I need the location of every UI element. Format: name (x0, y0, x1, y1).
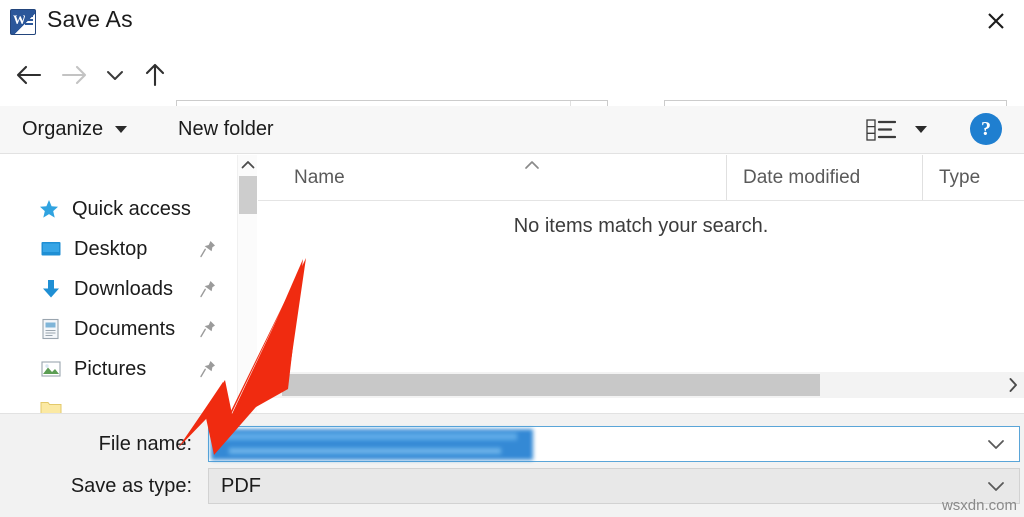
arrow-up-icon (145, 63, 165, 87)
forward-button[interactable] (55, 44, 95, 106)
sidebar-item-label: Documents (74, 317, 176, 340)
star-icon (38, 198, 60, 220)
column-header-name[interactable]: Name (278, 155, 726, 200)
column-headers: Name Date modified Type (258, 155, 1024, 201)
document-icon (40, 318, 62, 340)
save-as-type-label: Save as type: (70, 474, 192, 497)
page-title: Save As (47, 6, 133, 32)
empty-list-message: No items match your search. (513, 215, 769, 237)
command-bar: Organize New folder (0, 106, 1024, 154)
recent-locations-button[interactable] (100, 44, 130, 106)
column-header-type[interactable]: Type (922, 155, 1024, 200)
pin-icon[interactable] (200, 360, 216, 378)
save-as-type-value: PDF (221, 474, 261, 497)
sidebar-item-label: Quick access (72, 197, 191, 220)
organize-button[interactable]: Organize (22, 106, 128, 153)
file-name-redacted-value (211, 429, 533, 460)
title-bar: W Save As (0, 0, 1024, 44)
navigation-bar: « Documents › Blank Search Blank (0, 44, 1024, 137)
picture-icon (40, 358, 62, 380)
file-list-horizontal-scrollbar[interactable] (258, 372, 1024, 398)
sidebar-item-quick-access[interactable]: Quick access (0, 189, 236, 229)
scroll-right-button[interactable] (1002, 372, 1024, 398)
column-header-date-modified[interactable]: Date modified (726, 155, 922, 200)
new-folder-button[interactable]: New folder (178, 106, 274, 153)
up-button[interactable] (135, 44, 175, 106)
sidebar-item-downloads[interactable]: Downloads (0, 269, 236, 309)
folder-icon (40, 398, 62, 413)
file-name-dropdown-button[interactable] (983, 427, 1009, 461)
sidebar-item-pictures[interactable]: Pictures (0, 349, 236, 389)
column-label: Type (939, 166, 981, 188)
save-as-dialog: W Save As Organize New folder ? Quick ac… (0, 0, 1024, 517)
caret-up-icon (524, 155, 540, 169)
arrow-right-icon (61, 65, 87, 85)
help-label: ? (981, 117, 991, 140)
dialog-footer: File name: Save as type: PDF (0, 413, 1024, 517)
column-label: Date modified (743, 166, 861, 188)
navigation-pane: Quick access Desktop Downloads Documents… (0, 155, 236, 413)
scrollbar-thumb[interactable] (239, 176, 257, 214)
sidebar-item-partial[interactable] (0, 389, 236, 413)
navigation-pane-scrollbar[interactable] (237, 155, 257, 413)
close-icon (988, 13, 1004, 29)
chevron-right-icon (1009, 378, 1017, 392)
new-folder-label: New folder (178, 118, 274, 140)
close-button[interactable] (968, 0, 1024, 42)
organize-label: Organize (22, 118, 104, 140)
arrow-left-icon (16, 65, 42, 85)
file-name-label: File name: (98, 432, 192, 455)
pin-icon[interactable] (200, 320, 216, 338)
scroll-left-button[interactable] (258, 372, 280, 398)
view-layout-icon[interactable] (866, 118, 897, 142)
view-options-button[interactable] (908, 106, 934, 153)
scrollbar-thumb[interactable] (282, 374, 820, 396)
pin-icon[interactable] (200, 280, 216, 298)
chevron-down-icon (988, 482, 1004, 491)
sidebar-item-label: Pictures (74, 357, 147, 380)
watermark: wsxdn.com (941, 497, 1017, 514)
desktop-icon (40, 238, 62, 260)
sidebar-item-desktop[interactable]: Desktop (0, 229, 236, 269)
sidebar-item-documents[interactable]: Documents (0, 309, 236, 349)
file-name-input[interactable] (208, 426, 1020, 462)
word-icon: W (8, 7, 38, 37)
caret-down-icon (915, 126, 927, 133)
download-icon (40, 278, 62, 300)
help-button[interactable]: ? (970, 113, 1002, 145)
chevron-down-icon (107, 71, 123, 80)
save-as-type-select[interactable]: PDF (208, 468, 1020, 504)
chevron-left-icon (265, 378, 273, 392)
caret-up-icon (241, 160, 255, 168)
pin-icon[interactable] (200, 240, 216, 258)
column-label: Name (294, 166, 345, 188)
back-button[interactable] (8, 44, 48, 106)
chevron-down-icon (988, 440, 1004, 449)
scroll-up-button[interactable] (238, 155, 258, 174)
caret-down-icon (115, 126, 128, 133)
sidebar-item-label: Desktop (74, 237, 148, 260)
sidebar-item-label: Downloads (74, 277, 173, 300)
